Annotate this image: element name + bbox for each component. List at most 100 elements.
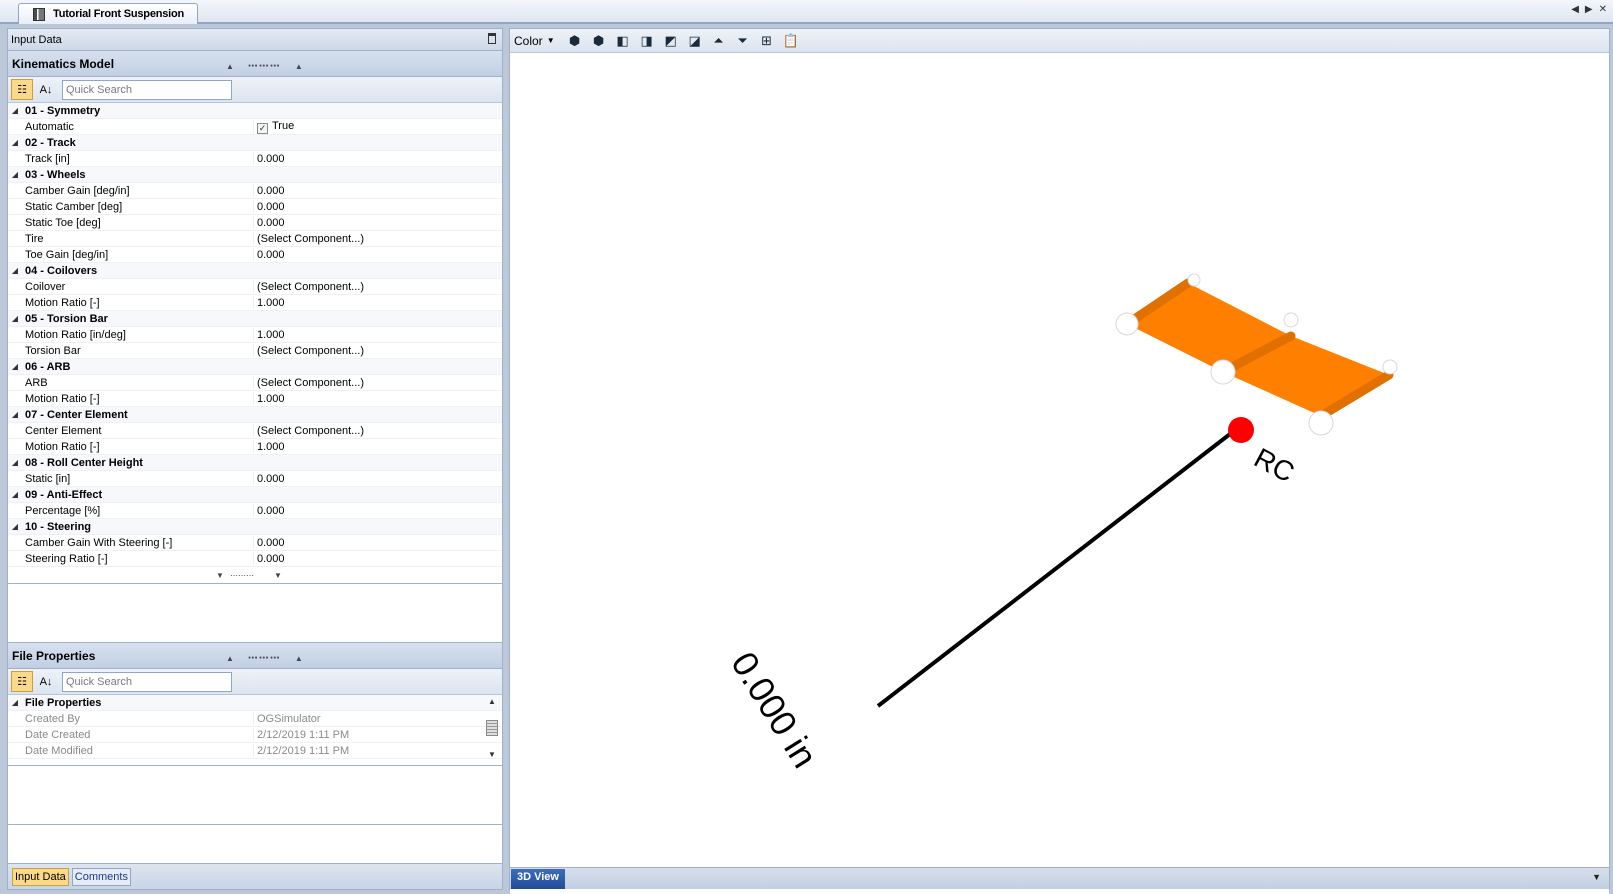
kinematics-search-input[interactable] bbox=[62, 79, 232, 100]
view-back-icon[interactable]: ◩ bbox=[661, 31, 681, 51]
expand-collapse-icon[interactable]: ◢ bbox=[8, 170, 22, 179]
expand-down-icon[interactable]: ▼ bbox=[216, 571, 224, 580]
view-front-icon[interactable]: ⬢ bbox=[589, 31, 609, 51]
property-value[interactable]: (Select Component...) bbox=[253, 280, 502, 293]
grid-resize-bar[interactable]: ▼ ⋯⋯⋯ ▼ bbox=[8, 571, 502, 583]
property-row[interactable]: Created By OGSimulator bbox=[8, 711, 502, 727]
property-value[interactable]: 0.000 bbox=[253, 184, 502, 197]
property-row[interactable]: Static [in] 0.000 bbox=[8, 471, 502, 487]
expand-collapse-icon[interactable]: ◢ bbox=[8, 522, 22, 531]
property-row[interactable]: Camber Gain [deg/in] 0.000 bbox=[8, 183, 502, 199]
category-row[interactable]: ◢ 01 - Symmetry bbox=[8, 103, 502, 119]
property-value[interactable]: 1.000 bbox=[253, 296, 502, 309]
scroll-up-icon[interactable]: ▲ bbox=[488, 697, 496, 706]
category-row[interactable]: ◢ 06 - ARB bbox=[8, 359, 502, 375]
category-row[interactable]: ◢ 08 - Roll Center Height bbox=[8, 455, 502, 471]
clipboard-icon[interactable]: 📋 bbox=[781, 31, 801, 51]
sort-alpha-icon[interactable]: A↓ bbox=[35, 671, 57, 692]
categorized-view-icon[interactable]: ☷ bbox=[11, 671, 33, 692]
expand-collapse-icon[interactable]: ◢ bbox=[8, 698, 22, 707]
property-value[interactable]: (Select Component...) bbox=[253, 232, 502, 245]
categorized-view-icon[interactable]: ☷ bbox=[11, 79, 33, 100]
property-value[interactable]: 1.000 bbox=[253, 328, 502, 341]
file-properties-search-input[interactable] bbox=[62, 671, 232, 692]
property-row[interactable]: Date Modified 2/12/2019 1:11 PM bbox=[8, 743, 502, 759]
property-row[interactable]: Torsion Bar (Select Component...) bbox=[8, 343, 502, 359]
property-row[interactable]: Coilover (Select Component...) bbox=[8, 279, 502, 295]
pin-icon[interactable] bbox=[488, 33, 496, 44]
category-row[interactable]: ◢ 10 - Steering bbox=[8, 519, 502, 535]
splitter-grip[interactable]: ▲ ⋯⋯⋯ ▲ bbox=[226, 61, 303, 72]
view-top-icon[interactable]: ⏶ bbox=[709, 31, 729, 51]
category-row[interactable]: ◢ 04 - Coilovers bbox=[8, 263, 502, 279]
property-row[interactable]: Automatic ✓ True bbox=[8, 119, 502, 135]
property-value[interactable]: 2/12/2019 1:11 PM bbox=[253, 728, 502, 741]
joint-sphere[interactable] bbox=[1115, 312, 1139, 336]
property-row[interactable]: Percentage [%] 0.000 bbox=[8, 503, 502, 519]
color-dropdown[interactable]: Color ▼ bbox=[514, 34, 555, 48]
view-rear-icon[interactable]: ◪ bbox=[685, 31, 705, 51]
category-row[interactable]: ◢ 02 - Track bbox=[8, 135, 502, 151]
property-row[interactable]: Center Element (Select Component...) bbox=[8, 423, 502, 439]
view-bottom-icon[interactable]: ⏷ bbox=[733, 31, 753, 51]
property-row[interactable]: Static Toe [deg] 0.000 bbox=[8, 215, 502, 231]
tab-3d-view[interactable]: 3D View bbox=[511, 869, 565, 889]
property-row[interactable]: Steering Ratio [-] 0.000 bbox=[8, 551, 502, 567]
property-value[interactable]: 2/12/2019 1:11 PM bbox=[253, 744, 502, 757]
scroll-down-icon[interactable]: ▼ bbox=[488, 750, 496, 759]
property-value[interactable]: 1.000 bbox=[253, 392, 502, 405]
expand-collapse-icon[interactable]: ◢ bbox=[8, 458, 22, 467]
joint-sphere[interactable] bbox=[1308, 410, 1334, 436]
property-value[interactable]: OGSimulator bbox=[253, 712, 502, 725]
property-row[interactable]: Static Camber [deg] 0.000 bbox=[8, 199, 502, 215]
property-row[interactable]: Motion Ratio [in/deg] 1.000 bbox=[8, 327, 502, 343]
view-right-icon[interactable]: ◧ bbox=[613, 31, 633, 51]
collapse-up-icon[interactable]: ▲ bbox=[226, 62, 234, 71]
property-value[interactable]: 0.000 bbox=[253, 472, 502, 485]
document-tab[interactable]: Tutorial Front Suspension bbox=[18, 3, 198, 24]
scroll-thumb[interactable] bbox=[486, 720, 498, 736]
property-value[interactable]: (Select Component...) bbox=[253, 344, 502, 357]
property-row[interactable]: Motion Ratio [-] 1.000 bbox=[8, 391, 502, 407]
property-value[interactable]: 0.000 bbox=[253, 200, 502, 213]
expand-collapse-icon[interactable]: ◢ bbox=[8, 490, 22, 499]
collapse-up-icon[interactable]: ▲ bbox=[295, 62, 303, 71]
joint-sphere[interactable] bbox=[1187, 273, 1201, 287]
property-row[interactable]: Toe Gain [deg/in] 0.000 bbox=[8, 247, 502, 263]
category-row[interactable]: ◢ File Properties bbox=[8, 695, 502, 711]
3d-canvas[interactable]: RC 0.000 in bbox=[510, 54, 1609, 894]
roll-center-point[interactable] bbox=[1228, 417, 1254, 443]
category-row[interactable]: ◢ 09 - Anti-Effect bbox=[8, 487, 502, 503]
close-icon[interactable]: ✕ bbox=[1599, 4, 1607, 15]
joint-sphere[interactable] bbox=[1382, 359, 1398, 375]
collapse-up-icon[interactable]: ▲ bbox=[226, 654, 234, 663]
expand-collapse-icon[interactable]: ◢ bbox=[8, 314, 22, 323]
property-value[interactable]: 0.000 bbox=[253, 536, 502, 549]
expand-collapse-icon[interactable]: ◢ bbox=[8, 410, 22, 419]
property-row[interactable]: ARB (Select Component...) bbox=[8, 375, 502, 391]
property-row[interactable]: Date Created 2/12/2019 1:11 PM bbox=[8, 727, 502, 743]
property-value[interactable]: (Select Component...) bbox=[253, 376, 502, 389]
scroll-right-icon[interactable]: ▶ bbox=[1585, 4, 1593, 15]
checkbox[interactable]: ✓ bbox=[257, 122, 268, 134]
joint-sphere[interactable] bbox=[1210, 359, 1236, 385]
property-row[interactable]: Tire (Select Component...) bbox=[8, 231, 502, 247]
fit-view-icon[interactable]: ⊞ bbox=[757, 31, 777, 51]
joint-sphere[interactable] bbox=[1283, 312, 1299, 328]
expand-collapse-icon[interactable]: ◢ bbox=[8, 138, 22, 147]
property-row[interactable]: Motion Ratio [-] 1.000 bbox=[8, 295, 502, 311]
expand-collapse-icon[interactable]: ◢ bbox=[8, 106, 22, 115]
vertical-scrollbar[interactable]: ▲ ▼ bbox=[485, 697, 499, 759]
property-value[interactable]: ✓ True bbox=[253, 119, 502, 134]
view-left-icon[interactable]: ◨ bbox=[637, 31, 657, 51]
splitter-grip[interactable]: ▲ ⋯⋯⋯ ▲ bbox=[226, 653, 303, 664]
property-value[interactable]: 0.000 bbox=[253, 248, 502, 261]
property-value[interactable]: 0.000 bbox=[253, 504, 502, 517]
property-row[interactable]: Track [in] 0.000 bbox=[8, 151, 502, 167]
property-row[interactable]: Camber Gain With Steering [-] 0.000 bbox=[8, 535, 502, 551]
property-value[interactable]: 1.000 bbox=[253, 440, 502, 453]
scroll-left-icon[interactable]: ◀ bbox=[1571, 4, 1579, 15]
tab-comments[interactable]: Comments bbox=[71, 867, 131, 886]
expand-collapse-icon[interactable]: ◢ bbox=[8, 266, 22, 275]
view-iso-icon[interactable]: ⬢ bbox=[565, 31, 585, 51]
